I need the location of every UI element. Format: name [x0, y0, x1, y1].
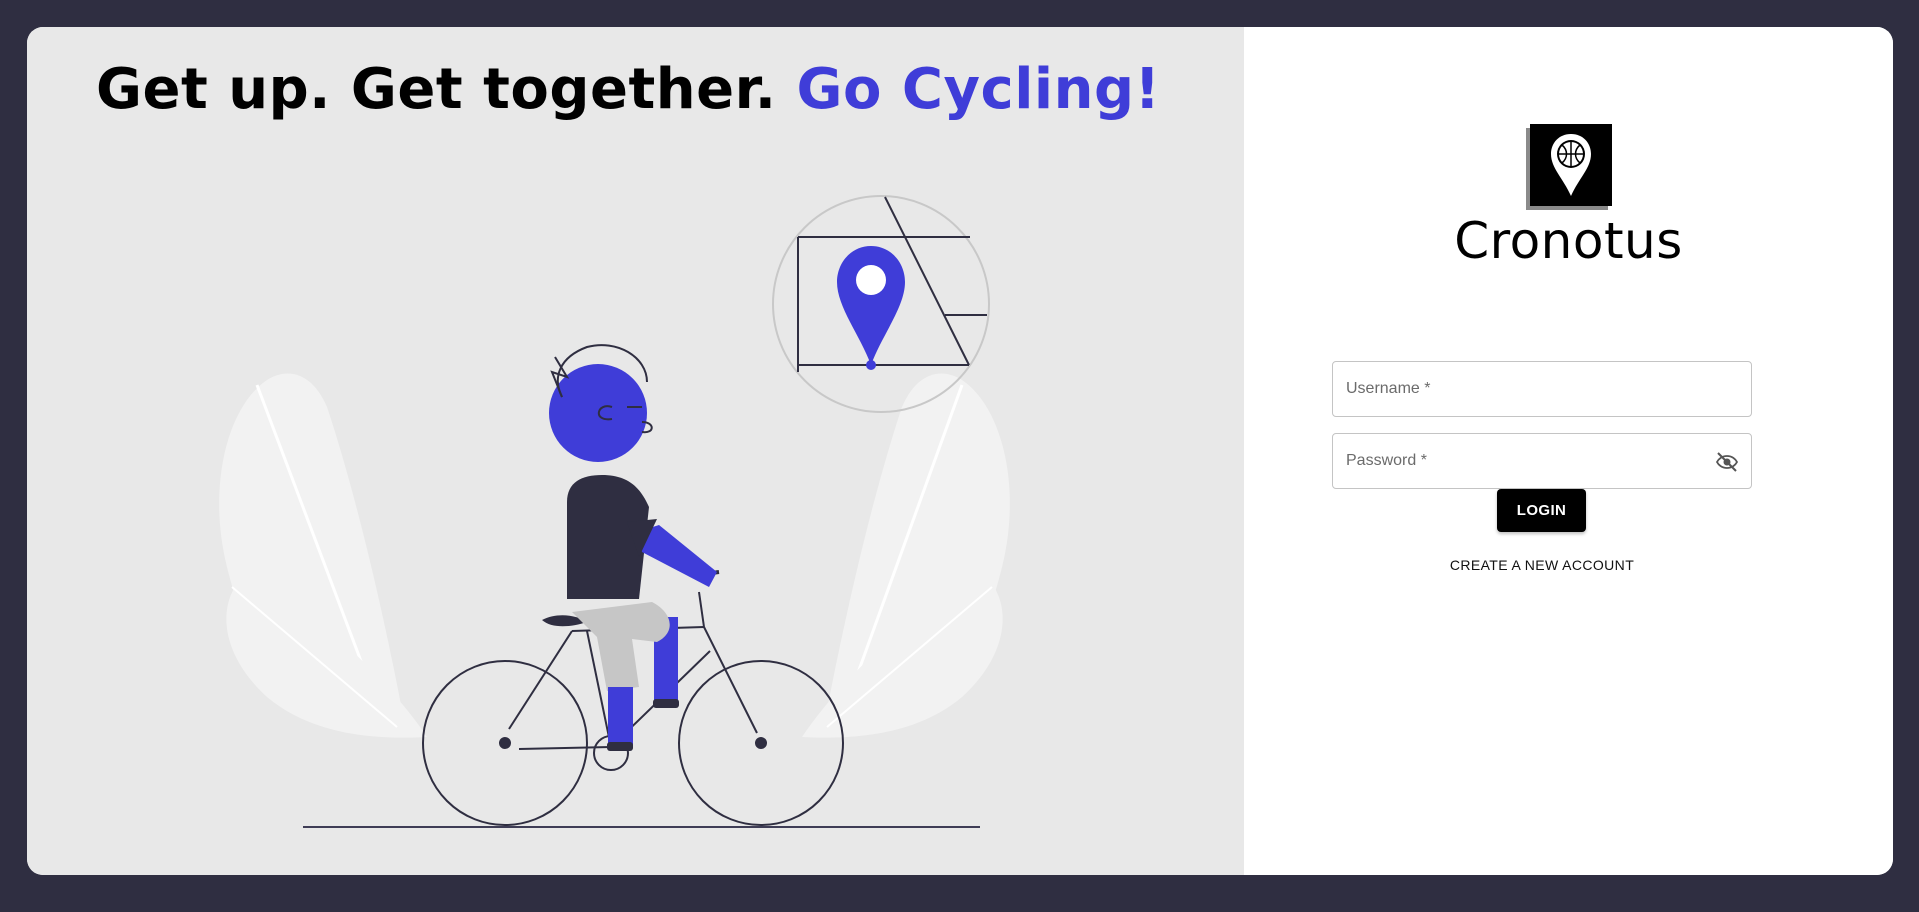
- password-input[interactable]: [1333, 434, 1751, 488]
- create-account-link[interactable]: CREATE A NEW ACCOUNT: [1332, 557, 1752, 573]
- hero-panel: Get up. Get together. Go Cycling!: [27, 27, 1244, 875]
- headline-part1: Get up. Get together.: [96, 57, 797, 122]
- leaf-left: [219, 373, 427, 738]
- username-input[interactable]: [1333, 362, 1751, 416]
- logo: [1525, 124, 1612, 210]
- cycling-illustration: [219, 195, 1010, 828]
- eye-off-icon[interactable]: [1715, 450, 1739, 474]
- headline: Get up. Get together. Go Cycling!: [96, 57, 1161, 122]
- brand-block: Cronotus: [1244, 124, 1893, 270]
- password-field[interactable]: [1332, 433, 1752, 489]
- username-field[interactable]: [1332, 361, 1752, 417]
- brand-name: Cronotus: [1454, 212, 1683, 270]
- headline-accent: Go Cycling!: [796, 57, 1161, 122]
- basketball-location-pin-icon: [1529, 124, 1612, 206]
- rider: [549, 344, 717, 751]
- login-button[interactable]: LOGIN: [1497, 489, 1586, 532]
- map-location-pin-icon: [837, 246, 905, 370]
- leaf-right: [802, 373, 1010, 738]
